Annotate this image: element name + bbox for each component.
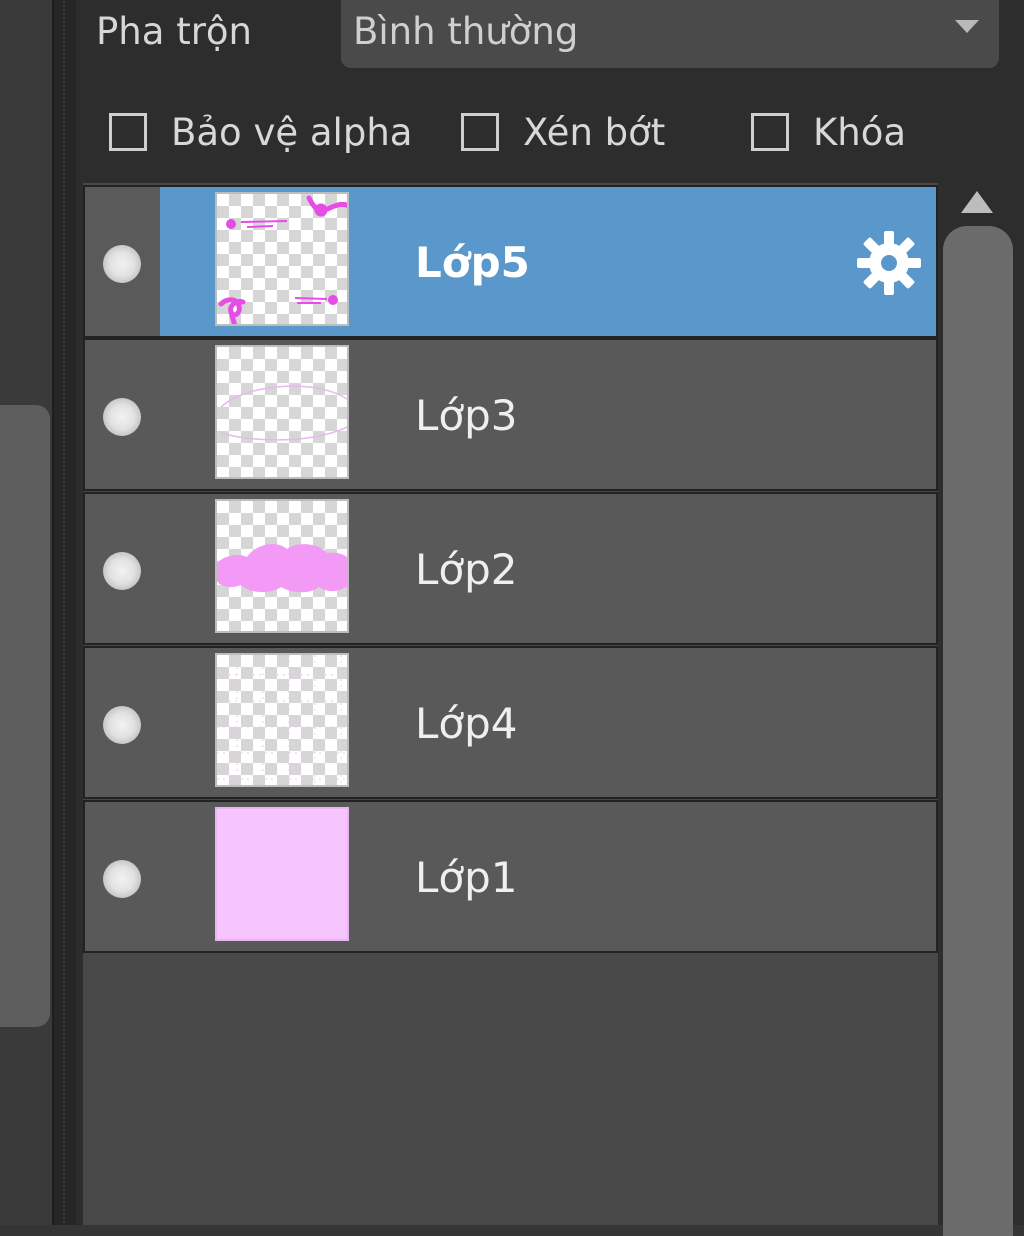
visibility-dot-icon[interactable] <box>103 398 141 436</box>
layer-thumbnail-art <box>217 655 347 785</box>
visibility-dot-icon[interactable] <box>103 706 141 744</box>
blend-mode-value: Bình thường <box>353 10 579 53</box>
layer-thumbnail <box>215 653 349 787</box>
chevron-down-icon <box>955 20 979 33</box>
protect-alpha-checkbox[interactable]: Bảo vệ alpha <box>109 108 412 156</box>
left-panel-strip <box>0 0 52 1225</box>
layer-list-scrollbar[interactable] <box>941 183 1013 1236</box>
layer-name: Lớp4 <box>415 699 518 748</box>
layer-name: Lớp5 <box>415 238 530 287</box>
layer-row[interactable]: Lớp2 <box>83 492 938 645</box>
scroll-up-arrow-icon[interactable] <box>961 191 993 213</box>
visibility-dot-icon[interactable] <box>103 552 141 590</box>
layer-name: Lớp2 <box>415 545 518 594</box>
visibility-dot-icon[interactable] <box>103 245 141 283</box>
lock-label: Khóa <box>813 110 907 154</box>
gear-icon[interactable] <box>853 227 925 299</box>
scrollbar-thumb[interactable] <box>943 226 1013 1236</box>
splitter-grip <box>62 0 66 1225</box>
layer-thumbnail <box>215 499 349 633</box>
layer-name: Lớp3 <box>415 391 518 440</box>
layer-list: Lớp5 Lớp3 Lớp2 Lớp4 Lớp1 <box>83 183 938 1225</box>
layer-row[interactable]: Lớp3 <box>83 338 938 491</box>
layer-row[interactable]: Lớp5 <box>83 185 938 338</box>
layer-thumbnail <box>215 345 349 479</box>
blend-mode-dropdown[interactable]: Bình thường <box>341 0 999 68</box>
left-panel-scrollbar[interactable] <box>0 405 50 1027</box>
visibility-dot-icon[interactable] <box>103 860 141 898</box>
layer-row[interactable]: Lớp1 <box>83 800 938 953</box>
layer-thumbnail-art <box>218 195 347 324</box>
checkbox-box[interactable] <box>109 113 147 151</box>
panel-splitter[interactable] <box>52 0 78 1225</box>
lock-checkbox[interactable]: Khóa <box>751 108 906 156</box>
checkbox-box[interactable] <box>751 113 789 151</box>
checkbox-box[interactable] <box>461 113 499 151</box>
layer-name: Lớp1 <box>415 853 518 902</box>
layer-thumbnail <box>215 807 349 941</box>
layer-thumbnail-art <box>220 385 347 441</box>
layer-thumbnail-art <box>217 543 347 593</box>
clip-label: Xén bớt <box>523 110 666 154</box>
blend-mode-label: Pha trộn <box>96 10 253 53</box>
layer-row[interactable]: Lớp4 <box>83 646 938 799</box>
protect-alpha-label: Bảo vệ alpha <box>171 110 413 154</box>
clip-checkbox[interactable]: Xén bớt <box>461 108 665 156</box>
layer-thumbnail <box>215 192 349 326</box>
